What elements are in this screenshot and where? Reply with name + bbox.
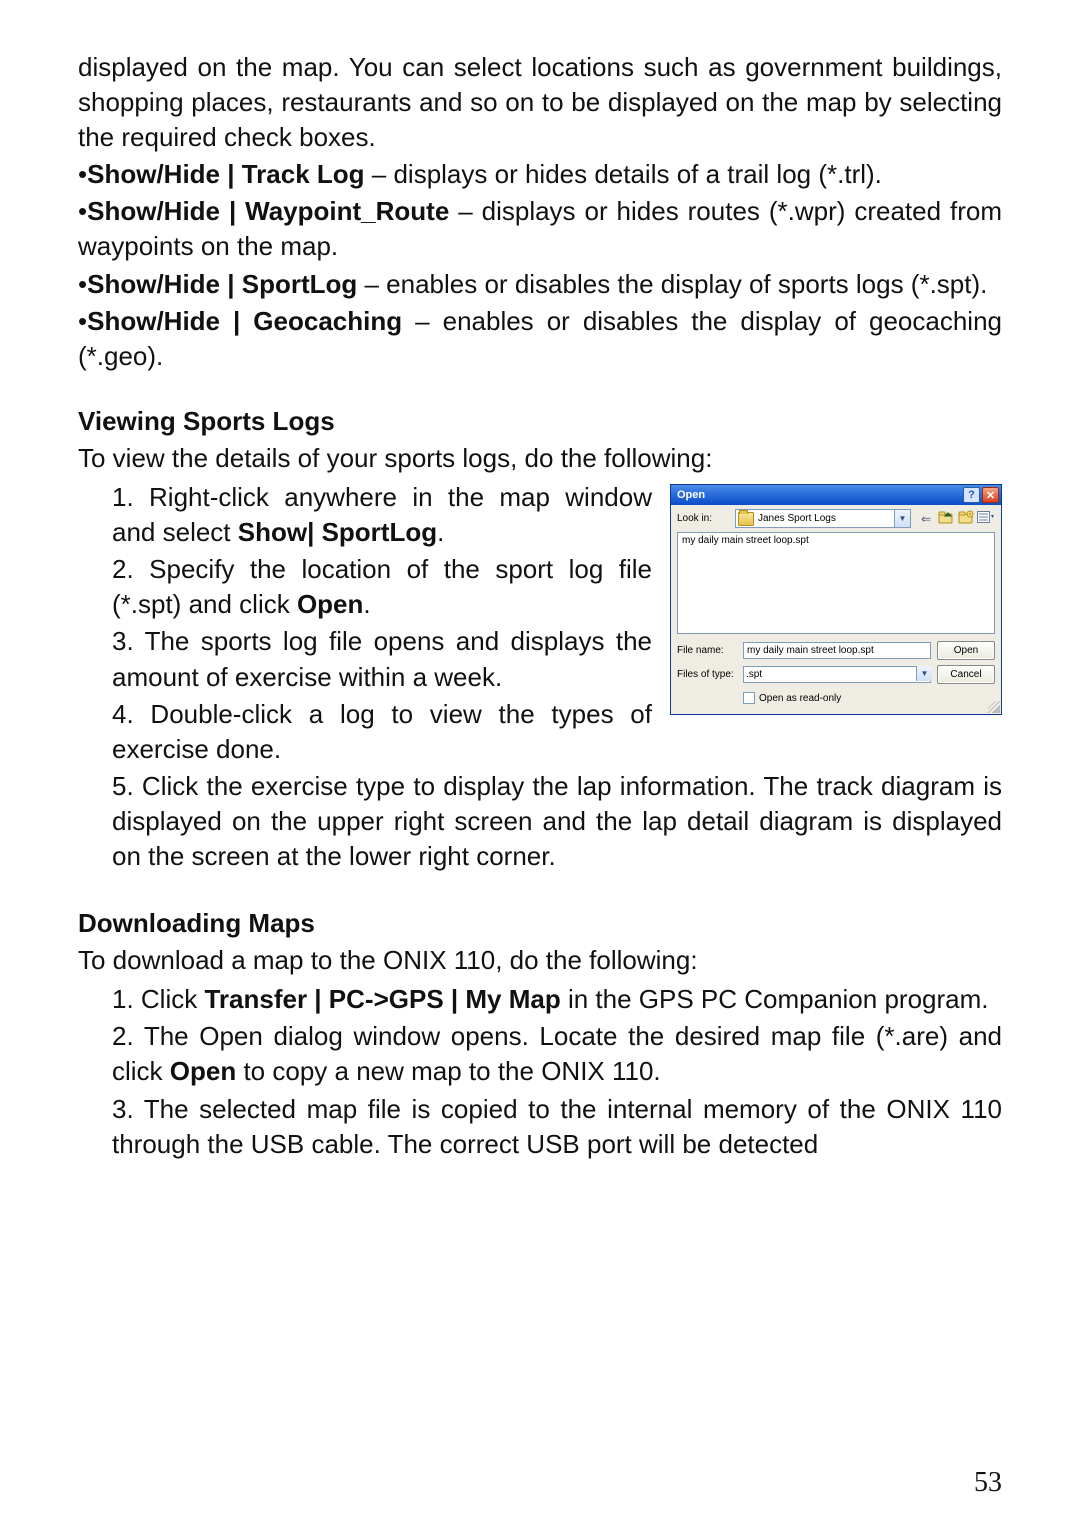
- prelude-item-4: •Show/Hide | Geocaching – enables or dis…: [78, 304, 1002, 374]
- chevron-down-icon[interactable]: ▼: [916, 666, 932, 681]
- download-step-1: 1. Click Transfer | PC->GPS | My Map in …: [112, 982, 1002, 1017]
- prelude-paragraph: displayed on the map. You can select loc…: [78, 50, 1002, 155]
- read-only-checkbox[interactable]: [743, 692, 755, 704]
- sports-steps: Open ? ✕ Look in: Janes Sport Logs ▼: [78, 480, 1002, 876]
- help-icon: ?: [968, 489, 975, 501]
- look-in-combo[interactable]: Janes Sport Logs ▼: [735, 509, 911, 528]
- open-button[interactable]: Open: [937, 641, 995, 660]
- read-only-label: Open as read-only: [759, 693, 841, 704]
- prelude-item-1-label: Show/Hide | Track Log: [87, 159, 364, 189]
- download-intro: To download a map to the ONIX 110, do th…: [78, 943, 1002, 978]
- file-name-label: File name:: [677, 645, 737, 656]
- file-list-area[interactable]: my daily main street loop.spt: [677, 532, 995, 634]
- file-list-item[interactable]: my daily main street loop.spt: [682, 535, 809, 546]
- files-of-type-label: Files of type:: [677, 669, 737, 680]
- prelude-item-2-label: Show/Hide | Waypoint_Route: [87, 196, 449, 226]
- files-of-type-value: .spt: [746, 669, 762, 680]
- back-arrow-icon: ⇐: [921, 512, 931, 526]
- prelude-item-3-label: Show/Hide | SportLog: [87, 269, 357, 299]
- heading-viewing-sports-logs: Viewing Sports Logs: [78, 404, 1002, 439]
- prelude-item-2: •Show/Hide | Waypoint_Route – displays o…: [78, 194, 1002, 264]
- views-icon: [977, 510, 995, 527]
- prelude-item-3-tail: – enables or disables the display of spo…: [357, 269, 987, 299]
- prelude-item-4-label: Show/Hide | Geocaching: [87, 306, 402, 336]
- close-icon: ✕: [986, 489, 995, 502]
- download-step-2: 2. The Open dialog window opens. Locate …: [112, 1019, 1002, 1089]
- folder-icon: [738, 512, 754, 526]
- files-of-type-combo[interactable]: .spt ▼: [743, 666, 931, 683]
- download-step-3: 3. The selected map file is copied to th…: [112, 1092, 1002, 1162]
- open-dialog-title: Open: [677, 489, 705, 501]
- look-in-label: Look in:: [677, 513, 729, 524]
- cancel-button[interactable]: Cancel: [937, 665, 995, 684]
- file-name-input[interactable]: [743, 642, 931, 659]
- prelude-item-1: •Show/Hide | Track Log – displays or hid…: [78, 157, 1002, 192]
- views-menu-button[interactable]: [977, 510, 995, 528]
- new-folder-icon: [958, 510, 974, 527]
- back-button[interactable]: ⇐: [917, 510, 935, 528]
- sports-step-5: 5. Click the exercise type to display th…: [112, 769, 1002, 874]
- prelude-item-1-tail: – displays or hides details of a trail l…: [365, 159, 882, 189]
- heading-downloading-maps: Downloading Maps: [78, 906, 1002, 941]
- up-folder-icon: [938, 510, 954, 527]
- open-dialog-titlebar[interactable]: Open ? ✕: [671, 485, 1001, 505]
- resize-grip-icon[interactable]: [988, 701, 1000, 713]
- close-button[interactable]: ✕: [982, 487, 999, 503]
- chevron-down-icon[interactable]: ▼: [894, 510, 910, 527]
- create-new-folder-button[interactable]: [957, 510, 975, 528]
- page-number: 53: [974, 1464, 1002, 1502]
- look-in-folder-name: Janes Sport Logs: [758, 513, 836, 524]
- prelude-item-3: •Show/Hide | SportLog – enables or disab…: [78, 267, 1002, 302]
- download-steps: 1. Click Transfer | PC->GPS | My Map in …: [78, 982, 1002, 1161]
- open-dialog: Open ? ✕ Look in: Janes Sport Logs ▼: [670, 484, 1002, 715]
- help-button[interactable]: ?: [963, 487, 980, 503]
- sports-intro: To view the details of your sports logs,…: [78, 441, 1002, 476]
- up-one-level-button[interactable]: [937, 510, 955, 528]
